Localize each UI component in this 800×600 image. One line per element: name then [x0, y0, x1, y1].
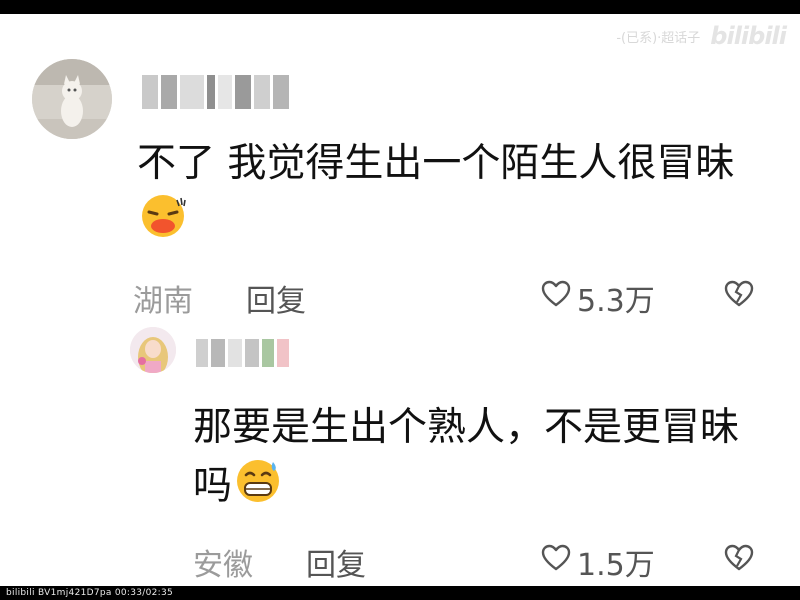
avatar[interactable]: [130, 327, 176, 373]
dislike-button[interactable]: [723, 544, 755, 580]
broken-heart-icon: [723, 544, 755, 580]
like-count: 1.5万: [577, 548, 655, 583]
comment-body: 不了 我觉得生出一个陌生人很冒昧: [137, 141, 735, 186]
location-label: 安徽: [193, 548, 253, 583]
avatar[interactable]: [32, 59, 112, 139]
squinting-kiss-emoji-icon: [139, 192, 187, 256]
bilibili-logo: bilibili: [710, 22, 787, 50]
reply-button[interactable]: 回复: [246, 276, 306, 320]
broken-heart-icon: [723, 280, 755, 316]
reply-button[interactable]: 回复: [306, 540, 366, 584]
comment-screen: -(已系)·超话子 bilibili 不了 我觉得生出一个陌生人很冒昧 湖南 回…: [0, 14, 800, 586]
username-pixelated[interactable]: [196, 337, 289, 369]
watermark-text: -(已系)·超话子: [616, 30, 701, 46]
grinning-sweat-emoji-icon: [234, 456, 282, 520]
comment-text: 不了 我觉得生出一个陌生人很冒昧: [137, 136, 757, 256]
top-letterbox-bar: [0, 0, 800, 14]
username-pixelated[interactable]: [142, 72, 289, 112]
like-button[interactable]: 5.3万: [541, 276, 655, 320]
location-label: 湖南: [133, 284, 193, 319]
dislike-button[interactable]: [723, 280, 755, 316]
like-button[interactable]: 1.5万: [541, 540, 655, 584]
video-id-timestamp: bilibili BV1mj421D7pa 00:33/02:35: [6, 588, 174, 598]
heart-icon: [541, 280, 571, 316]
bottom-letterbox-bar: bilibili BV1mj421D7pa 00:33/02:35: [0, 586, 800, 600]
like-count: 5.3万: [577, 284, 655, 319]
comment-text: 那要是生出个熟人，不是更冒昧吗: [193, 400, 773, 520]
heart-icon: [541, 544, 571, 580]
bilibili-watermark: -(已系)·超话子 bilibili: [616, 22, 787, 50]
